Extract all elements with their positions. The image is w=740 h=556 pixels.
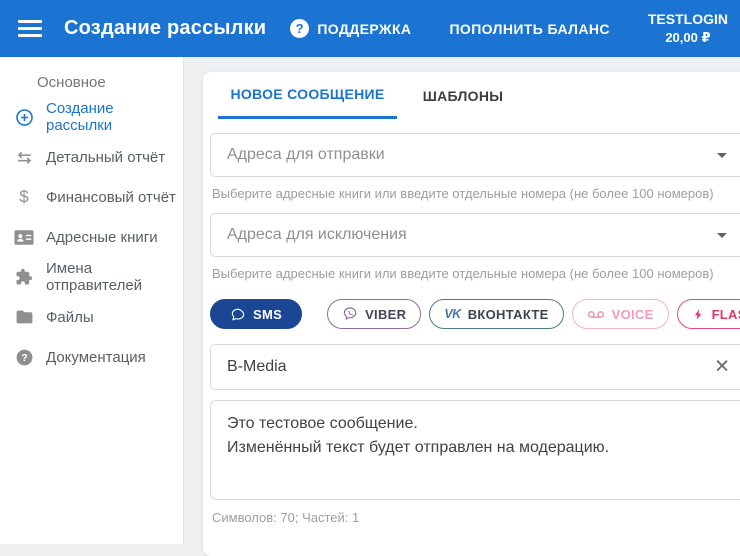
channel-flash-call-button[interactable]: FLASH CALL [677, 299, 740, 329]
campaign-card: НОВОЕ СООБЩЕНИЕ ШАБЛОНЫ Адреса для отпра… [203, 72, 740, 556]
flash-bolt-icon [692, 307, 705, 322]
balance-value: 20,00 ₽ [648, 29, 728, 47]
sidebar-item-sender-names[interactable]: Имена отправителей [0, 257, 183, 297]
sidebar-section-label: Основное [0, 57, 183, 97]
tab-templates[interactable]: ШАБЛОНЫ [397, 72, 529, 119]
swap-arrows-icon [13, 147, 35, 167]
channel-sms-button[interactable]: SMS [210, 299, 302, 329]
channel-voice-button[interactable]: VOICE [572, 299, 669, 329]
add-circle-icon [13, 107, 35, 127]
sidebar-item-label: Файлы [46, 309, 94, 326]
sidebar-item-financial-report[interactable]: $ Финансовый отчёт [0, 177, 183, 217]
sidebar-item-label: Документация [46, 349, 146, 366]
viber-icon [342, 306, 358, 322]
question-circle-icon: ? [290, 19, 309, 38]
voicemail-icon [587, 308, 605, 321]
topup-label: ПОПОЛНИТЬ БАЛАНС [449, 21, 609, 37]
tab-new-message[interactable]: НОВОЕ СООБЩЕНИЕ [218, 72, 397, 119]
exclude-addresses-select[interactable]: Адреса для исключения [210, 213, 740, 257]
main-area: НОВОЕ СООБЩЕНИЕ ШАБЛОНЫ Адреса для отпра… [185, 57, 740, 544]
char-counter: Символов: 70; Частей: 1 [212, 510, 740, 525]
sidebar-item-label: Имена отправителей [46, 260, 183, 294]
account-menu[interactable]: TESTLOGIN 20,00 ₽ [648, 10, 728, 46]
hamburger-menu-icon[interactable] [18, 20, 42, 37]
chevron-down-icon [717, 233, 727, 238]
app-header: Создание рассылки ? ПОДДЕРЖКА ПОПОЛНИТЬ … [0, 0, 740, 57]
send-addresses-helper: Выберите адресные книги или введите отде… [212, 186, 740, 201]
folder-icon [13, 307, 35, 327]
clear-icon[interactable]: ✕ [714, 358, 730, 377]
header-actions: ? ПОДДЕРЖКА ПОПОЛНИТЬ БАЛАНС TESTLOGIN 2… [290, 10, 728, 46]
puzzle-icon [13, 267, 35, 287]
chevron-down-icon [717, 153, 727, 158]
sender-name-field: ✕ [210, 344, 740, 390]
sidebar-item-address-books[interactable]: Адресные книги [0, 217, 183, 257]
support-label: ПОДДЕРЖКА [317, 21, 411, 37]
message-textarea[interactable]: Это тестовое сообщение. Изменённый текст… [210, 400, 740, 500]
sidebar-item-label: Создание рассылки [46, 100, 183, 134]
exclude-addresses-placeholder: Адреса для исключения [227, 226, 407, 244]
page-title: Создание рассылки [64, 17, 266, 40]
sidebar-item-documentation[interactable]: ? Документация [0, 337, 183, 377]
sidebar-nav: Основное Создание рассылки Детальный отч… [0, 57, 184, 544]
send-addresses-select[interactable]: Адреса для отправки [210, 133, 740, 177]
sidebar-item-create-campaign[interactable]: Создание рассылки [0, 97, 183, 137]
vk-icon: VK [444, 307, 460, 321]
login-name: TESTLOGIN [648, 10, 728, 29]
sidebar-item-label: Детальный отчёт [46, 149, 165, 166]
exclude-addresses-helper: Выберите адресные книги или введите отде… [212, 266, 740, 281]
channel-vkontakte-button[interactable]: VK ВКОНТАКТЕ [429, 299, 563, 329]
contacts-icon [13, 227, 35, 247]
send-addresses-placeholder: Адреса для отправки [227, 146, 385, 164]
sidebar-item-detailed-report[interactable]: Детальный отчёт [0, 137, 183, 177]
svg-text:?: ? [21, 353, 27, 364]
sender-name-input[interactable] [211, 345, 740, 389]
sidebar-item-files[interactable]: Файлы [0, 297, 183, 337]
channel-viber-button[interactable]: VIBER [327, 299, 421, 329]
message-tabs: НОВОЕ СООБЩЕНИЕ ШАБЛОНЫ [218, 72, 740, 119]
sidebar-item-label: Финансовый отчёт [46, 189, 176, 206]
topup-balance-link[interactable]: ПОПОЛНИТЬ БАЛАНС [449, 21, 609, 37]
sidebar-item-label: Адресные книги [46, 229, 158, 246]
channel-selector: SMS VIBER VK ВКОНТАКТЕ VOICE FLASH CALL [210, 299, 740, 329]
dollar-icon: $ [13, 187, 35, 207]
chat-bubble-icon [230, 307, 246, 322]
help-circle-icon: ? [13, 347, 35, 367]
support-link[interactable]: ? ПОДДЕРЖКА [290, 19, 411, 38]
